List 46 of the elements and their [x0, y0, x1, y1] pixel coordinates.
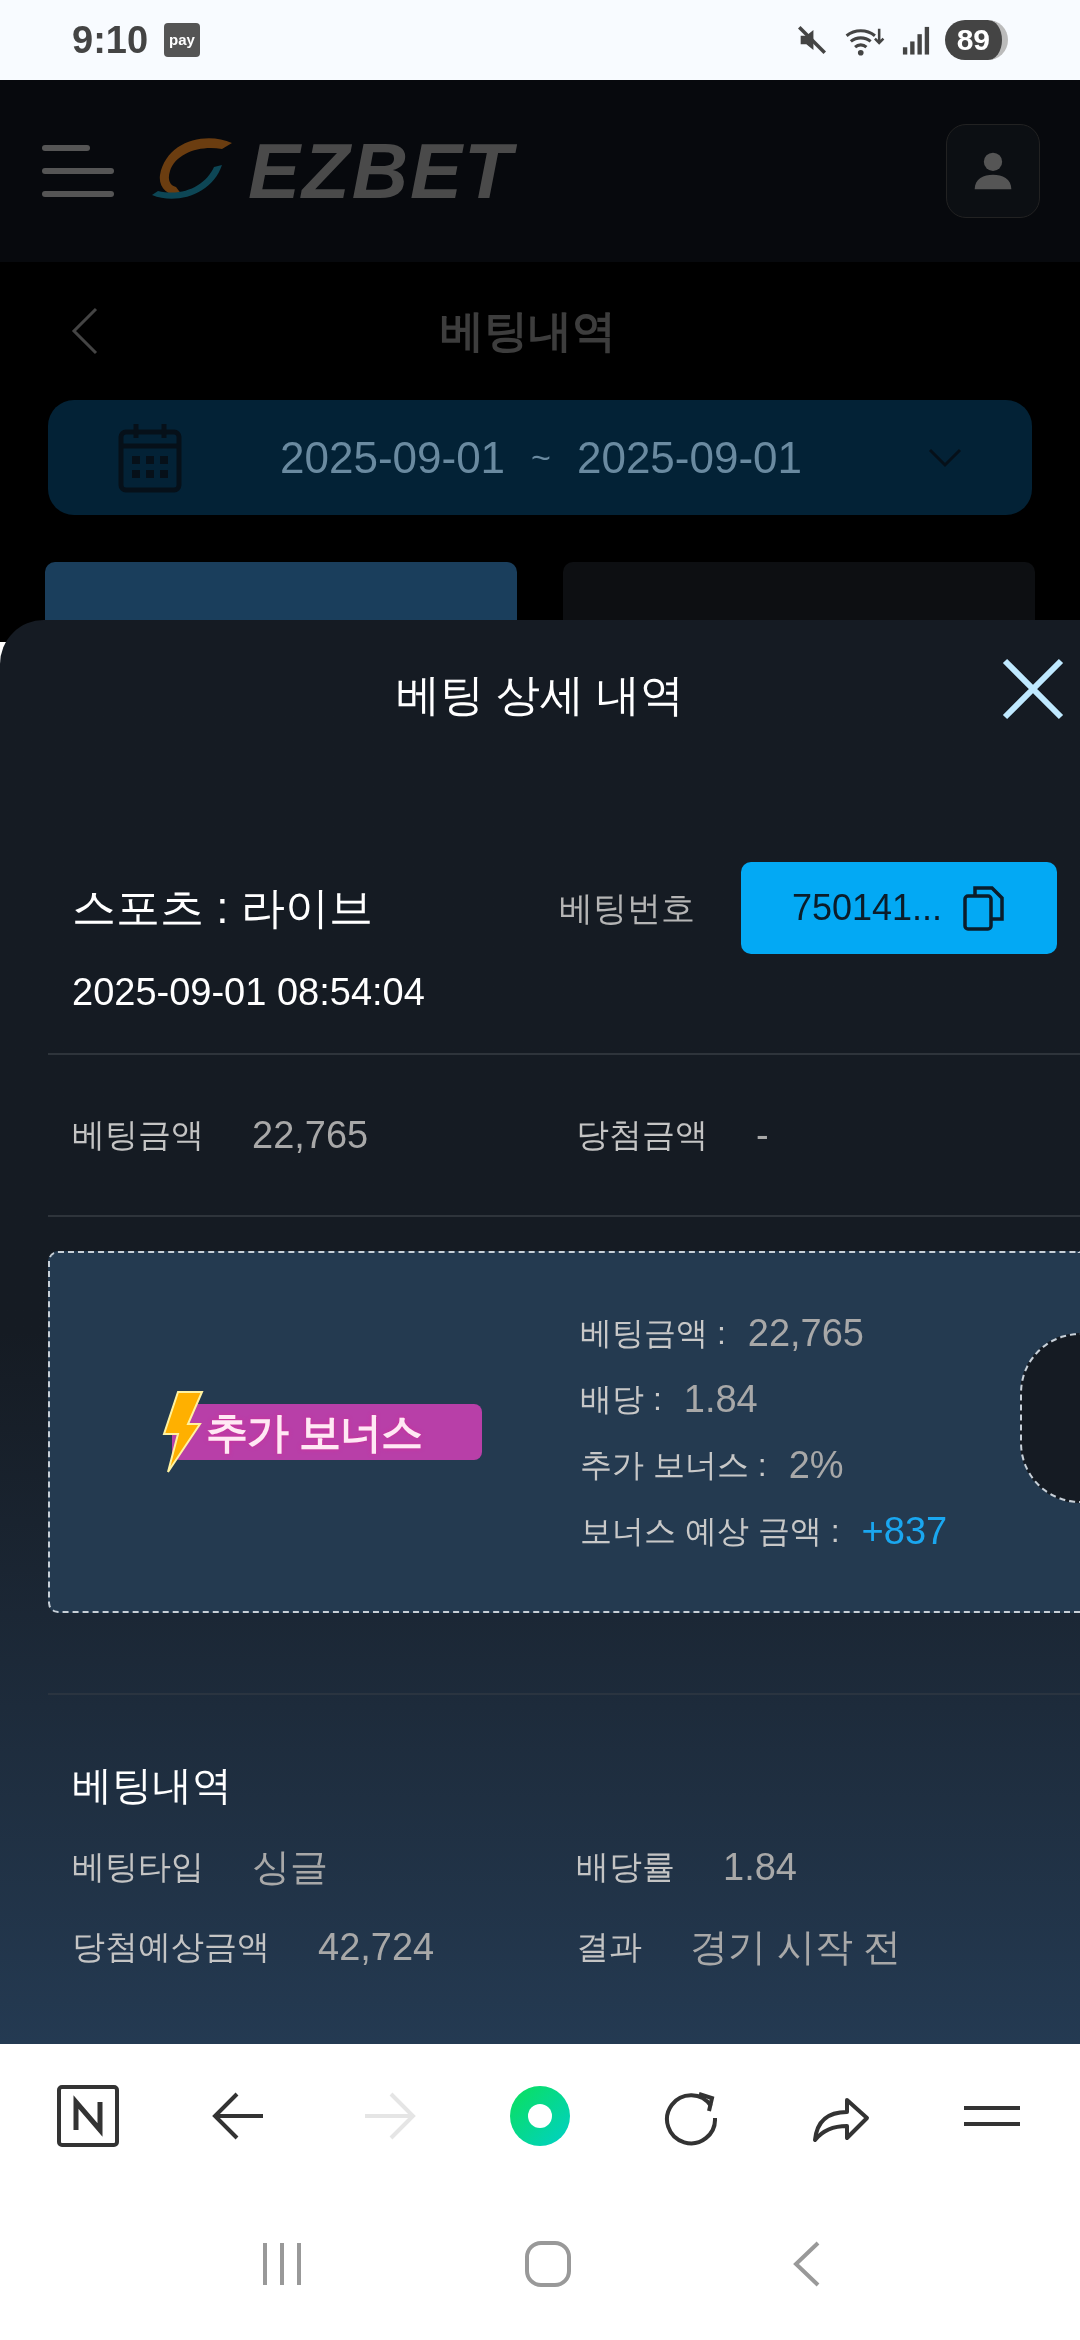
date-separator: ~ [531, 437, 551, 479]
bonus-label: 보너스 예상 금액 : [580, 1512, 840, 1551]
detail-value: 싱글 [252, 1844, 328, 1890]
battery-level: 89 [944, 20, 1008, 60]
sheet-title: 베팅 상세 내역 [395, 669, 685, 721]
summary-label: 베팅금액 [72, 1115, 204, 1156]
lightning-icon [160, 1390, 204, 1474]
signal-icon [900, 24, 931, 56]
date-range-picker[interactable]: 2025-09-01 ~ 2025-09-01 [48, 400, 1032, 515]
back-icon[interactable] [70, 306, 100, 357]
bonus-label: 배당 : [580, 1380, 662, 1419]
detail-label: 결과 [576, 1927, 642, 1968]
bonus-label: 추가 보너스 : [580, 1446, 767, 1485]
detail-label: 베팅타입 [72, 1847, 204, 1888]
pay-badge: pay [164, 22, 200, 58]
bonus-badge-text: 추가 보너스 [206, 1407, 422, 1458]
detail-value: 1.84 [723, 1844, 797, 1890]
copy-icon [962, 884, 1007, 932]
summary-label: 당첨금액 [576, 1115, 708, 1156]
detail-label: 배당률 [576, 1847, 675, 1888]
bonus-value: 2% [788, 1442, 844, 1488]
bonus-value: 22,765 [747, 1310, 864, 1356]
page-title: 베팅내역 [440, 305, 616, 358]
detail-value: 42,724 [318, 1924, 435, 1970]
bet-category: 스포츠 : 라이브 [72, 882, 373, 934]
profile-button[interactable] [946, 124, 1040, 218]
detail-value: 경기 시작 전 [690, 1924, 902, 1970]
date-from: 2025-09-01 [280, 431, 506, 484]
summary-value: - [756, 1112, 769, 1158]
ring-icon[interactable] [507, 2084, 572, 2148]
home-icon[interactable] [524, 2240, 572, 2288]
calendar-icon [118, 421, 182, 494]
bonus-label: 베팅금액 : [580, 1314, 726, 1353]
status-time: 9:10 [72, 17, 149, 63]
bet-datetime: 2025-09-01 08:54:04 [71, 970, 426, 1015]
date-to: 2025-09-01 [576, 431, 802, 484]
summary-value: 22,765 [252, 1112, 369, 1158]
chevron-down-icon [928, 447, 962, 468]
bonus-value: 1.84 [683, 1376, 758, 1422]
close-icon[interactable] [1000, 656, 1066, 722]
bet-number-button[interactable]: 750141... [741, 862, 1057, 954]
n-square-icon[interactable] [56, 2084, 120, 2148]
details-title: 베팅내역 [71, 1762, 233, 1809]
detail-label: 당첨예상금액 [72, 1927, 270, 1968]
bonus-value: +837 [861, 1508, 948, 1554]
bet-number-label: 베팅번호 [559, 887, 695, 929]
